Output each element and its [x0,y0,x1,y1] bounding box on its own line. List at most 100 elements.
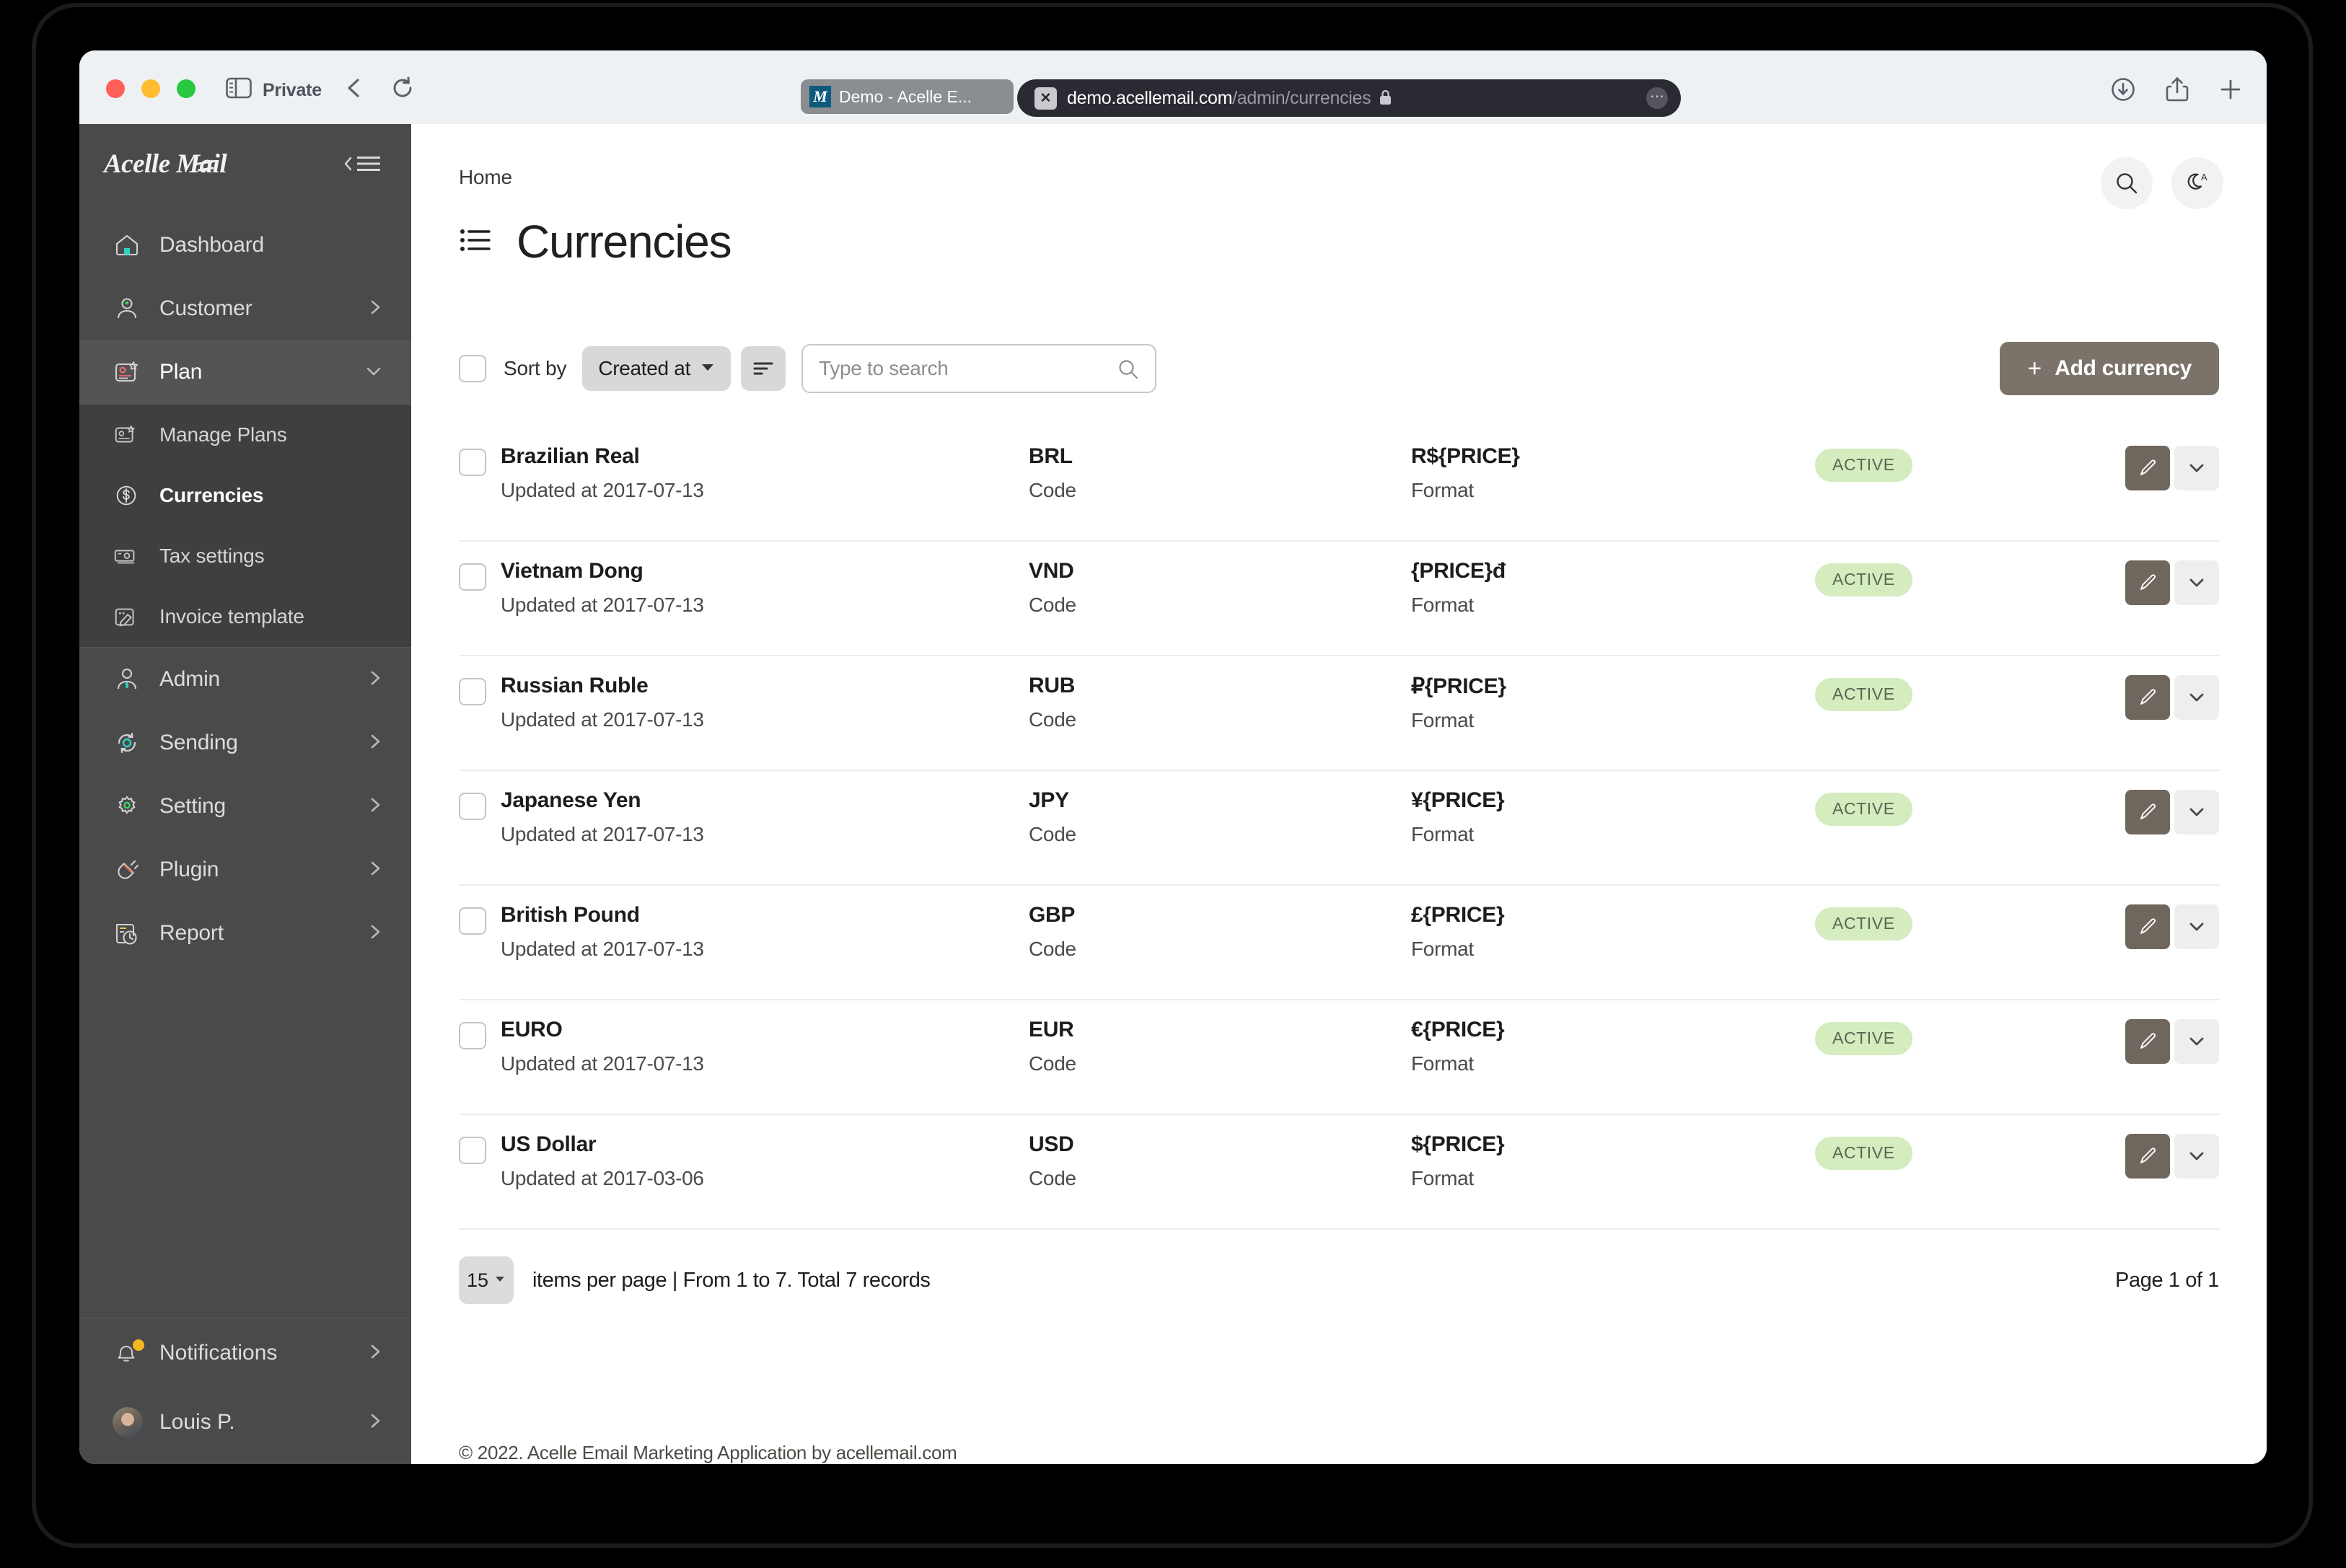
currency-format-label: Format [1411,823,1474,845]
url-more-options-icon[interactable]: ⋯ [1646,87,1668,109]
row-checkbox[interactable] [459,793,486,820]
url-close-icon[interactable]: ✕ [1034,87,1057,110]
currency-name: Brazilian Real [501,444,640,468]
new-tab-plus-icon[interactable] [2219,78,2242,105]
sidebar-item-plan[interactable]: Plan [79,340,411,404]
table-row[interactable]: Vietnam Dong Updated at 2017-07-13 VND C… [459,542,2219,656]
currency-code-label: Code [1029,1052,1076,1075]
row-checkbox[interactable] [459,678,486,705]
sort-by-select[interactable]: Created at [582,346,732,391]
currency-code: RUB [1029,674,1076,697]
currency-format-cell: ¥{PRICE} Format [1411,788,1815,846]
row-more-button[interactable] [2174,675,2219,720]
row-checkbox[interactable] [459,563,486,591]
row-checkbox[interactable] [459,1137,486,1164]
edit-button[interactable] [2125,560,2170,605]
row-more-button[interactable] [2174,560,2219,605]
browser-tab[interactable]: M Demo - Acelle E... [801,79,1014,114]
row-actions [2125,444,2219,490]
sidebar-item-currencies[interactable]: Currencies [79,465,411,526]
url-bar[interactable]: ✕ demo.acellemail.com/admin/currencies ⋯ [1017,79,1681,117]
close-window-button[interactable] [106,79,125,98]
row-checkbox[interactable] [459,449,486,476]
minimize-window-button[interactable] [141,79,160,98]
edit-button[interactable] [2125,904,2170,949]
currency-name-group: Japanese Yen Updated at 2017-07-13 [501,788,704,846]
sidebar-item-dashboard[interactable]: Dashboard [79,213,411,277]
sidebar-item-manage-plans[interactable]: Manage Plans [79,405,411,465]
sidebar-item-label: Customer [159,296,252,320]
sort-direction-icon[interactable] [741,346,786,391]
sidebar-item-plugin[interactable]: Plugin [79,838,411,902]
currency-format-cell: £{PRICE} Format [1411,903,1815,961]
sidebar-item-invoice-template[interactable]: Invoice template [79,586,411,647]
select-all-checkbox[interactable] [459,355,486,382]
sidebar-item-customer[interactable]: Customer [79,277,411,340]
row-checkbox[interactable] [459,1022,486,1049]
search-input-wrapper[interactable] [801,344,1157,393]
row-more-button[interactable] [2174,446,2219,490]
row-more-button[interactable] [2174,790,2219,834]
currency-format-label: Format [1411,938,1474,960]
search-input[interactable] [819,357,1140,380]
row-more-button[interactable] [2174,1019,2219,1064]
currency-name-group: EURO Updated at 2017-07-13 [501,1018,704,1075]
sidebar-item-admin[interactable]: Admin [79,648,411,711]
reload-icon[interactable] [391,76,414,100]
sidebar-item-notifications[interactable]: Notifications [79,1318,411,1388]
currency-code: BRL [1029,444,1073,468]
table-row[interactable]: Japanese Yen Updated at 2017-07-13 JPY C… [459,771,2219,886]
edit-button[interactable] [2125,1019,2170,1064]
search-icon[interactable] [2101,157,2153,209]
back-chevron-icon[interactable] [343,76,365,100]
search-icon[interactable] [1117,358,1139,384]
currency-code-cell: JPY Code [1029,788,1411,846]
status-badge: ACTIVE [1815,563,1912,596]
sidebar-nav: Dashboard Customer Plan Manage Plans Cur… [79,203,411,1318]
sidebar-toggle-icon[interactable] [226,76,252,100]
sidebar-item-sending[interactable]: Sending [79,711,411,775]
currency-status-cell: ACTIVE [1815,903,2053,941]
currency-code-cell: USD Code [1029,1132,1411,1190]
table-row[interactable]: Russian Ruble Updated at 2017-07-13 RUB … [459,656,2219,771]
currency-name: British Pound [501,903,640,927]
edit-button[interactable] [2125,1134,2170,1179]
edit-button[interactable] [2125,675,2170,720]
collapse-menu-icon[interactable] [342,151,384,176]
share-icon[interactable] [2166,76,2189,106]
edit-button[interactable] [2125,446,2170,490]
currency-format-label: Format [1411,1167,1474,1189]
row-actions [2125,1132,2219,1179]
table-row[interactable]: EURO Updated at 2017-07-13 EUR Code €{PR… [459,1000,2219,1115]
row-actions [2125,788,2219,834]
items-per-page-select[interactable]: 15 [459,1256,514,1304]
sidebar-item-report[interactable]: Report [79,902,411,965]
row-checkbox[interactable] [459,907,486,935]
currency-code-label: Code [1029,708,1076,731]
breadcrumb[interactable]: Home [459,124,2219,189]
chevron-right-icon [368,1341,384,1366]
moon-auto-icon[interactable]: A [2171,157,2223,209]
currency-updated: Updated at 2017-07-13 [501,708,704,731]
chevron-right-icon [368,296,384,322]
avatar-image [113,1407,143,1437]
sidebar-item-user-profile[interactable]: Louis P. [79,1388,411,1457]
currency-name-cell: Japanese Yen Updated at 2017-07-13 [459,788,1029,846]
row-more-button[interactable] [2174,1134,2219,1179]
sidebar-item-tax-settings[interactable]: Tax settings [79,526,411,586]
download-icon[interactable] [2111,77,2135,105]
row-more-button[interactable] [2174,904,2219,949]
maximize-window-button[interactable] [177,79,196,98]
table-row[interactable]: US Dollar Updated at 2017-03-06 USD Code… [459,1115,2219,1230]
window-controls [106,79,196,98]
plan-card-icon [113,358,144,387]
table-row[interactable]: Brazilian Real Updated at 2017-07-13 BRL… [459,427,2219,542]
edit-button[interactable] [2125,790,2170,834]
sidebar-item-setting[interactable]: Setting [79,775,411,838]
currency-name-cell: Vietnam Dong Updated at 2017-07-13 [459,559,1029,617]
add-currency-button[interactable]: + Add currency [2000,342,2219,395]
chevron-right-icon [368,667,384,692]
status-badge: ACTIVE [1815,907,1912,941]
table-row[interactable]: British Pound Updated at 2017-07-13 GBP … [459,886,2219,1000]
currency-status-cell: ACTIVE [1815,444,2053,482]
